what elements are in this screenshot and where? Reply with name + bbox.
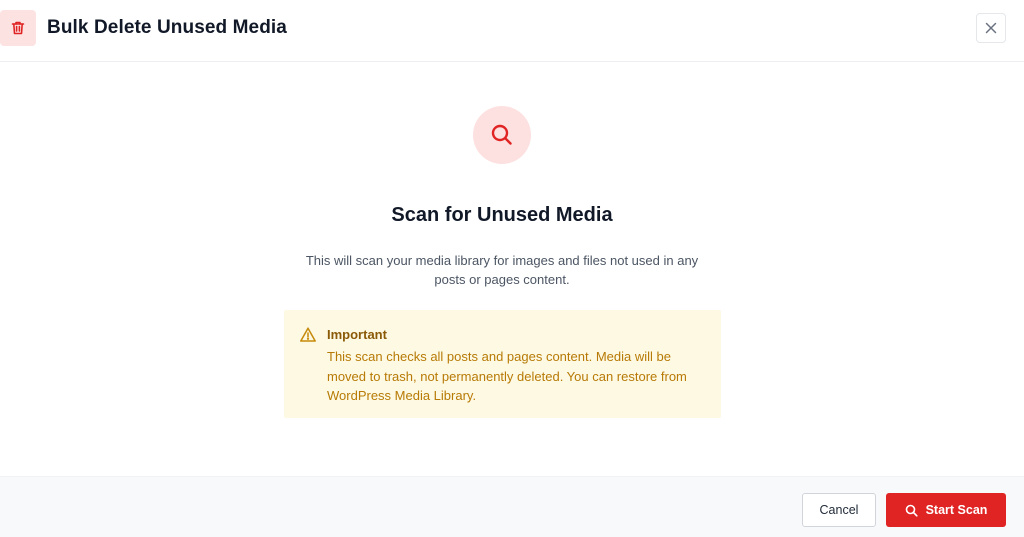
- warning-icon: [299, 326, 317, 344]
- scan-title: Scan for Unused Media: [391, 204, 613, 226]
- modal-title: Bulk Delete Unused Media: [47, 17, 287, 38]
- cancel-button[interactable]: Cancel: [802, 493, 876, 527]
- modal-footer: Cancel Start Scan: [0, 476, 1024, 537]
- modal-header: Bulk Delete Unused Media: [0, 0, 1024, 62]
- close-icon: [985, 22, 997, 34]
- notice-text: This scan checks all posts and pages con…: [327, 349, 687, 403]
- bulk-delete-modal: Bulk Delete Unused Media Scan for Unused…: [0, 0, 1024, 537]
- notice-title: Important: [327, 327, 387, 342]
- close-button[interactable]: [976, 13, 1006, 43]
- cancel-button-label: Cancel: [819, 503, 859, 517]
- search-icon: [473, 106, 531, 164]
- start-scan-button-label: Start Scan: [925, 503, 988, 517]
- start-scan-button[interactable]: Start Scan: [886, 493, 1006, 527]
- search-icon: [905, 504, 918, 517]
- scan-description: This will scan your media library for im…: [305, 253, 699, 287]
- important-notice: Important This scan checks all posts and…: [284, 310, 721, 418]
- trash-icon: [0, 10, 36, 46]
